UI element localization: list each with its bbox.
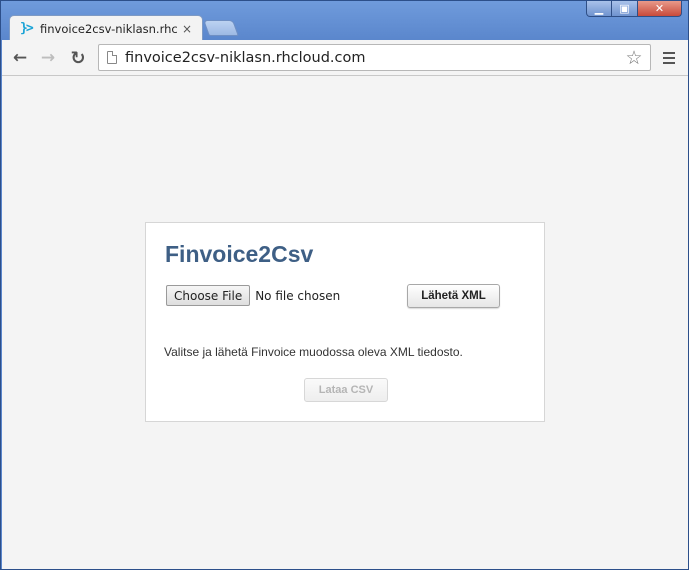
choose-file-button[interactable]: Choose File bbox=[166, 285, 251, 306]
page-viewport: Finvoice2Csv Choose File No file chosen … bbox=[2, 76, 688, 569]
new-tab-button[interactable] bbox=[203, 20, 239, 36]
close-icon[interactable]: ✕ bbox=[638, 1, 682, 17]
active-tab[interactable]: }> finvoice2csv-niklasn.rhcloud × bbox=[9, 15, 203, 41]
menu-bar-line bbox=[663, 62, 675, 64]
page-title: Finvoice2Csv bbox=[165, 241, 314, 267]
browser-toolbar: ← → ↻ finvoice2csv-niklasn.rhcloud.com ☆ bbox=[2, 40, 688, 76]
instruction-text: Valitse ja lähetä Finvoice muodossa olev… bbox=[164, 345, 463, 359]
maximize-icon[interactable]: ▣ bbox=[612, 1, 638, 17]
site-favicon-icon: }> bbox=[20, 21, 32, 36]
reload-icon[interactable]: ↻ bbox=[67, 47, 89, 69]
minimize-icon[interactable]: ▁ bbox=[586, 1, 612, 17]
menu-bar-line bbox=[663, 52, 675, 54]
bookmark-star-icon[interactable]: ☆ bbox=[622, 47, 646, 69]
forward-icon[interactable]: → bbox=[37, 47, 59, 69]
menu-bar-line bbox=[663, 57, 675, 59]
tab-close-icon[interactable]: × bbox=[182, 22, 192, 36]
page-icon bbox=[107, 51, 117, 64]
tab-title: finvoice2csv-niklasn.rhcloud bbox=[40, 21, 178, 36]
url-text[interactable]: finvoice2csv-niklasn.rhcloud.com bbox=[125, 50, 622, 66]
chrome-menu-icon[interactable] bbox=[661, 50, 677, 66]
download-csv-button[interactable]: Lataa CSV bbox=[304, 378, 388, 402]
browser-window: ▁ ▣ ✕ }> finvoice2csv-niklasn.rhcloud × … bbox=[0, 0, 689, 570]
send-xml-button[interactable]: Lähetä XML bbox=[407, 284, 500, 308]
back-icon[interactable]: ← bbox=[9, 47, 31, 69]
window-controls: ▁ ▣ ✕ bbox=[586, 1, 682, 18]
upload-card: Finvoice2Csv Choose File No file chosen … bbox=[145, 222, 545, 422]
address-bar[interactable]: finvoice2csv-niklasn.rhcloud.com ☆ bbox=[98, 44, 651, 71]
file-status-text: No file chosen bbox=[255, 288, 341, 303]
file-input[interactable]: Choose File No file chosen bbox=[166, 285, 340, 306]
